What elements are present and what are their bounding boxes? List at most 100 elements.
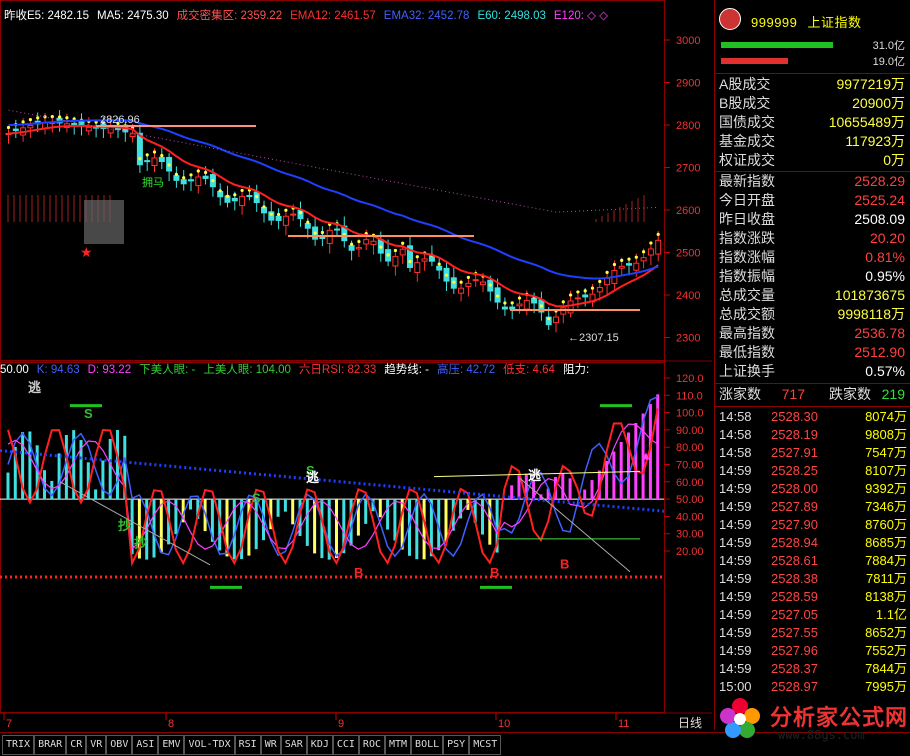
sub-indicator-legend: 50.00 K: 94.63 D: 93.22 下美人眼: - 上美人眼: 104.00…: [0, 362, 597, 378]
tab-vr[interactable]: VR: [86, 735, 107, 755]
tick-time: 14:58: [719, 445, 752, 460]
tick-price: 2528.38: [771, 571, 818, 586]
tick-volume: 9392万: [865, 481, 907, 496]
tab-emv[interactable]: EMV: [158, 735, 185, 755]
tick-row: 14:58 2527.91 7547万: [715, 444, 910, 462]
d-line: [7, 423, 659, 551]
stat-row: 昨日收盘 2508.09: [715, 210, 910, 229]
candle-dot: [65, 116, 69, 120]
index-title[interactable]: 999999 上证指数: [715, 4, 910, 32]
main-ind-1: MA5: 2475.30: [97, 10, 169, 22]
tick-row: 14:59 2528.00 9392万: [715, 480, 910, 498]
candle-body: [239, 195, 246, 207]
tick-volume: 8652万: [865, 625, 907, 640]
tab-trix[interactable]: TRIX: [2, 735, 35, 755]
tick-price: 2527.91: [771, 445, 818, 460]
tab-obv[interactable]: OBV: [106, 735, 133, 755]
chart-area[interactable]: ★ 2826.96 ←2307.15 拥马 S S S B B B 抄抄逃逃逃 ▲ 3000 2900…: [0, 0, 712, 730]
candle-body: [399, 248, 406, 256]
tab-boll[interactable]: BOLL: [411, 735, 444, 755]
sub-ind-7: 高压: 42.72: [437, 364, 496, 376]
tick-row: 14:58 2528.30 8074万: [715, 408, 910, 426]
candle-body: [523, 299, 530, 310]
stat-value: 0.57%: [865, 363, 905, 379]
candle-body: [71, 123, 78, 126]
candle-dot: [488, 283, 492, 287]
candle-dot: [306, 220, 310, 224]
candle-dot: [437, 262, 441, 266]
sub-axis-label: 70.00: [676, 460, 704, 472]
stat-label: 上证换手: [719, 363, 775, 379]
sub-axis-label: 100.0: [676, 408, 704, 420]
quote-panel: 999999 上证指数 31.0亿 19.0亿 A股成交 9977219万 B股成交 20…: [714, 0, 910, 730]
candle-body: [553, 316, 559, 324]
stat-label: 最低指数: [719, 344, 775, 360]
candle-body: [458, 287, 465, 294]
tick-volume: 8685万: [865, 535, 907, 550]
candle-dot: [174, 172, 178, 176]
tick-volume: 1.1亿: [875, 607, 907, 622]
tick-price: 2528.59: [771, 589, 818, 604]
tick-volume: 7346万: [865, 499, 907, 514]
tick-row: 14:59 2528.94 8685万: [715, 534, 910, 552]
tick-time: 14:59: [719, 553, 752, 568]
tab-rsi[interactable]: RSI: [234, 735, 261, 755]
candle-body: [275, 215, 282, 221]
signal-marker-6: 抄: [118, 518, 131, 533]
sub-ind-6: 趋势线: -: [384, 364, 429, 376]
candle-dot: [255, 194, 259, 199]
sub-ind-4: 上美人眼: 104.00: [203, 364, 291, 376]
tab-vol-tdx[interactable]: VOL-TDX: [184, 735, 235, 755]
tab-asi[interactable]: ASI: [132, 735, 159, 755]
tick-time: 14:58: [719, 409, 752, 424]
price-axis-label: 2800: [676, 120, 700, 132]
date-axis-label: 10: [498, 718, 510, 730]
stat-row: 总成交额 9998118万: [715, 305, 910, 324]
candle-dot: [350, 242, 354, 246]
tick-time: 14:59: [719, 643, 752, 658]
tick-volume: 7547万: [865, 445, 907, 460]
candle-body: [436, 265, 443, 271]
candle-body: [85, 126, 92, 132]
signal-marker-9: 逃: [528, 468, 542, 483]
candle-dot: [225, 194, 230, 198]
candle-dot: [620, 258, 624, 262]
money-flow-row: 19.0亿: [715, 53, 910, 69]
separator: [715, 73, 910, 74]
tab-wr[interactable]: WR: [260, 735, 281, 755]
candle-dot: [240, 188, 244, 193]
stat-label: 指数振幅: [719, 268, 775, 284]
breadth-row: 涨家数 717 跌家数 219: [715, 385, 910, 404]
stat-label: 昨日收盘: [719, 211, 775, 227]
candle-dot: [539, 304, 544, 308]
tick-volume: 8074万: [865, 409, 907, 424]
stat-label: 指数涨幅: [719, 249, 775, 265]
tab-psy[interactable]: PSY: [443, 735, 470, 755]
candle-dot: [503, 301, 507, 305]
tab-cr[interactable]: CR: [66, 735, 87, 755]
tab-mtm[interactable]: MTM: [384, 735, 412, 755]
tick-price: 2527.55: [771, 625, 818, 640]
tab-kdj[interactable]: KDJ: [306, 735, 333, 755]
tick-price: 2528.30: [771, 409, 818, 424]
tab-mcst[interactable]: MCST: [469, 735, 502, 755]
tab-cci[interactable]: CCI: [332, 735, 359, 755]
tick-price: 2527.05: [771, 607, 818, 622]
sub-axis-label: 40.00: [676, 511, 704, 523]
stat-value: 2512.90: [854, 344, 905, 360]
tick-price: 2528.37: [771, 661, 818, 676]
candle-dot: [598, 279, 602, 284]
tick-row: 14:59 2527.90 8760万: [715, 516, 910, 534]
watermark-url: www.88gs.com: [778, 728, 865, 742]
sub-ind-0: 50.00: [0, 364, 29, 376]
tab-sar[interactable]: SAR: [280, 735, 307, 755]
candle-dot: [36, 116, 40, 120]
candle-body: [421, 258, 428, 262]
date-axis-label: 9: [338, 718, 344, 730]
tab-brar[interactable]: BRAR: [34, 735, 67, 755]
candle-body: [151, 157, 158, 167]
tick-row: 14:59 2527.55 8652万: [715, 624, 910, 642]
tab-roc[interactable]: ROC: [358, 735, 385, 755]
high-price-label: 2826.96: [100, 114, 140, 126]
stat-value: 2508.09: [854, 211, 905, 227]
